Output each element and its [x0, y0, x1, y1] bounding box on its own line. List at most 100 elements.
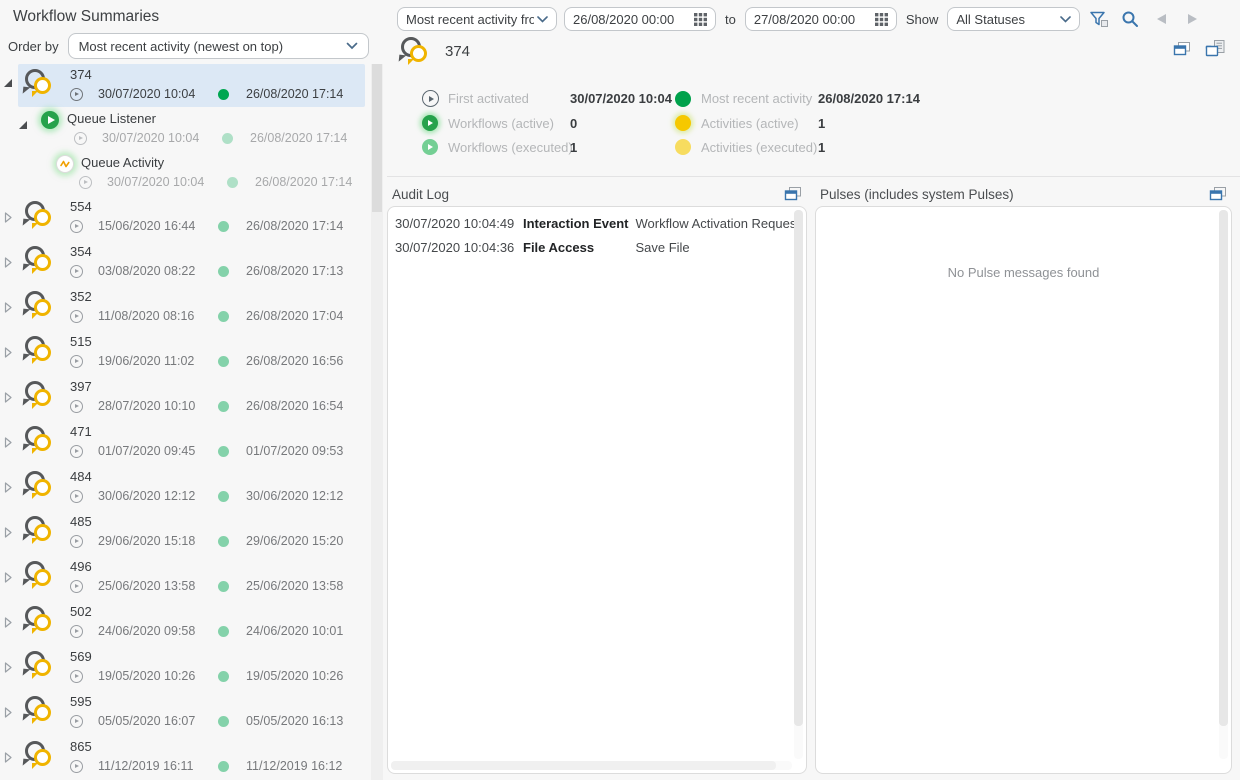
tree-row[interactable]: 515 19/06/2020 11:0226/08/2020 16:56	[0, 331, 369, 376]
first-activated-icon	[74, 132, 87, 145]
date-to-input[interactable]: 27/08/2020 00:00	[745, 7, 897, 31]
node-label: 485	[70, 514, 92, 529]
tree-row[interactable]: Queue Activity30/07/2020 10:0426/08/2020…	[0, 152, 369, 196]
workflow-icon	[21, 515, 57, 546]
tree-row[interactable]: 35403/08/2020 08:2226/08/2020 17:13	[0, 241, 369, 286]
node-dates: 28/07/2020 10:1026/08/2020 16:54	[70, 399, 343, 413]
date-from-value: 26/08/2020 00:00	[573, 12, 674, 27]
recent-activity-date: 26/08/2020 16:56	[246, 354, 343, 368]
range-type-select[interactable]: Most recent activity from	[397, 7, 557, 31]
expand-icon[interactable]	[4, 751, 13, 764]
folder-document-icon[interactable]	[1205, 40, 1226, 57]
calendar-icon[interactable]	[694, 13, 707, 26]
workflow-actions	[1173, 40, 1226, 57]
expand-icon[interactable]	[4, 616, 13, 629]
audit-vertical-scrollbar[interactable]	[794, 210, 803, 759]
first-activated-date: 30/07/2020 10:04	[102, 131, 222, 145]
first-activated-date: 15/06/2020 16:44	[98, 219, 218, 233]
tree-row[interactable]: 49625/06/2020 13:5825/06/2020 13:58	[0, 556, 369, 601]
expand-icon[interactable]	[4, 346, 13, 359]
expand-icon[interactable]	[4, 391, 13, 404]
expand-icon[interactable]	[4, 571, 13, 584]
first-activated-icon	[79, 176, 92, 189]
recent-activity-dot	[218, 716, 229, 727]
audit-horizontal-scrollbar[interactable]	[391, 761, 792, 770]
audit-log-list: 30/07/2020 10:04:49Interaction EventWork…	[395, 216, 790, 255]
tree-row[interactable]: 56919/05/2020 10:2619/05/2020 10:26	[0, 646, 369, 691]
workflow-icon	[21, 425, 57, 456]
expand-icon[interactable]	[4, 661, 13, 674]
calendar-icon[interactable]	[875, 13, 888, 26]
tree-row[interactable]: 39728/07/2020 10:1026/08/2020 16:54	[0, 376, 369, 421]
tree-row[interactable]: 59505/05/2020 16:0705/05/2020 16:13	[0, 691, 369, 736]
pulses-section: Pulses (includes system Pulses) No Pulse…	[815, 182, 1232, 774]
first-activated-date: 11/08/2020 08:16	[98, 309, 218, 323]
filter-icon[interactable]	[1087, 7, 1111, 31]
search-icon[interactable]	[1118, 7, 1142, 31]
tree-row[interactable]: Queue Listener30/07/2020 10:0426/08/2020…	[0, 108, 369, 152]
order-by-row: Order by Most recent activity (newest on…	[8, 33, 369, 59]
node-dates: 01/07/2020 09:4501/07/2020 09:53	[70, 444, 343, 458]
node-label: 554	[70, 199, 92, 214]
expand-icon[interactable]	[4, 436, 13, 449]
recent-activity-date: 26/08/2020 16:54	[246, 399, 343, 413]
status-filter-select[interactable]: All Statuses	[947, 7, 1080, 31]
node-label: 352	[70, 289, 92, 304]
tree-row[interactable]: 502 24/06/2020 09:5824/06/2020 10:01	[0, 601, 369, 646]
node-label: 502	[70, 604, 92, 619]
first-activated-date: 30/07/2020 10:04	[98, 87, 218, 101]
collapse-icon[interactable]	[19, 121, 27, 129]
first-activated-icon	[70, 670, 83, 683]
expand-icon[interactable]	[4, 706, 13, 719]
workflow-icon	[397, 36, 433, 67]
date-from-input[interactable]: 26/08/2020 00:00	[564, 7, 716, 31]
expand-icon[interactable]	[4, 526, 13, 539]
recent-activity-dot	[227, 177, 238, 188]
expand-icon[interactable]	[4, 481, 13, 494]
stat-label: Workflows (active)	[448, 116, 570, 131]
tree-row[interactable]: 48430/06/2020 12:1230/06/2020 12:12	[0, 466, 369, 511]
tree-row[interactable]: 48529/06/2020 15:1829/06/2020 15:20	[0, 511, 369, 556]
recent-activity-dot	[218, 356, 229, 367]
workflow-icon	[21, 245, 57, 276]
tree-row[interactable]: 471 01/07/2020 09:4501/07/2020 09:53	[0, 421, 369, 466]
tree-scrollbar-thumb[interactable]	[372, 64, 382, 212]
chevron-down-icon	[1060, 16, 1071, 23]
workflow-icon	[21, 335, 57, 366]
workflow-id: 374	[445, 43, 470, 60]
node-dates: 15/06/2020 16:44 26/08/2020 17:14	[70, 219, 343, 233]
node-label: Queue Listener	[67, 111, 156, 126]
recent-activity-dot	[218, 89, 229, 100]
node-label: 569	[70, 649, 92, 664]
page-title: Workflow Summaries	[13, 8, 159, 26]
next-arrow-icon[interactable]	[1180, 7, 1204, 31]
node-dates: 19/06/2020 11:0226/08/2020 16:56	[70, 354, 343, 368]
tree-row[interactable]: 352 11/08/2020 08:1626/08/2020 17:04	[0, 286, 369, 331]
expand-icon[interactable]	[4, 256, 13, 269]
tree-scrollbar[interactable]	[371, 64, 383, 780]
node-dates: 05/05/2020 16:0705/05/2020 16:13	[70, 714, 343, 728]
duplicate-window-icon[interactable]	[1173, 41, 1191, 57]
expand-icon[interactable]	[4, 301, 13, 314]
node-dates: 11/08/2020 08:1626/08/2020 17:04	[70, 309, 343, 323]
pulses-vertical-scrollbar[interactable]	[1219, 210, 1228, 759]
pulses-title: Pulses (includes system Pulses)	[820, 187, 1014, 202]
node-dates: 24/06/2020 09:5824/06/2020 10:01	[70, 624, 343, 638]
workflow-icon	[21, 740, 57, 771]
node-label: 471	[70, 424, 92, 439]
expand-icon[interactable]	[4, 211, 13, 224]
order-by-select[interactable]: Most recent activity (newest on top)	[68, 33, 369, 59]
node-label: 515	[70, 334, 92, 349]
chevron-down-icon	[537, 16, 548, 23]
duplicate-window-icon[interactable]	[1209, 186, 1227, 202]
duplicate-window-icon[interactable]	[784, 186, 802, 202]
recent-activity-date: 26/08/2020 17:13	[246, 264, 343, 278]
stat-label: Most recent activity	[701, 91, 818, 106]
tree-row[interactable]: 554 15/06/2020 16:44 26/08/2020 17:14	[0, 196, 369, 241]
audit-entry-time: 30/07/2020 10:04:36	[395, 240, 516, 255]
tree-row[interactable]: 37430/07/2020 10:0426/08/2020 17:14	[0, 64, 369, 108]
previous-arrow-icon[interactable]	[1149, 7, 1173, 31]
recent-activity-date: 26/08/2020 17:14	[246, 219, 343, 233]
tree-row[interactable]: 86511/12/2019 16:1111/12/2019 16:12	[0, 736, 369, 780]
collapse-icon[interactable]	[4, 79, 12, 87]
